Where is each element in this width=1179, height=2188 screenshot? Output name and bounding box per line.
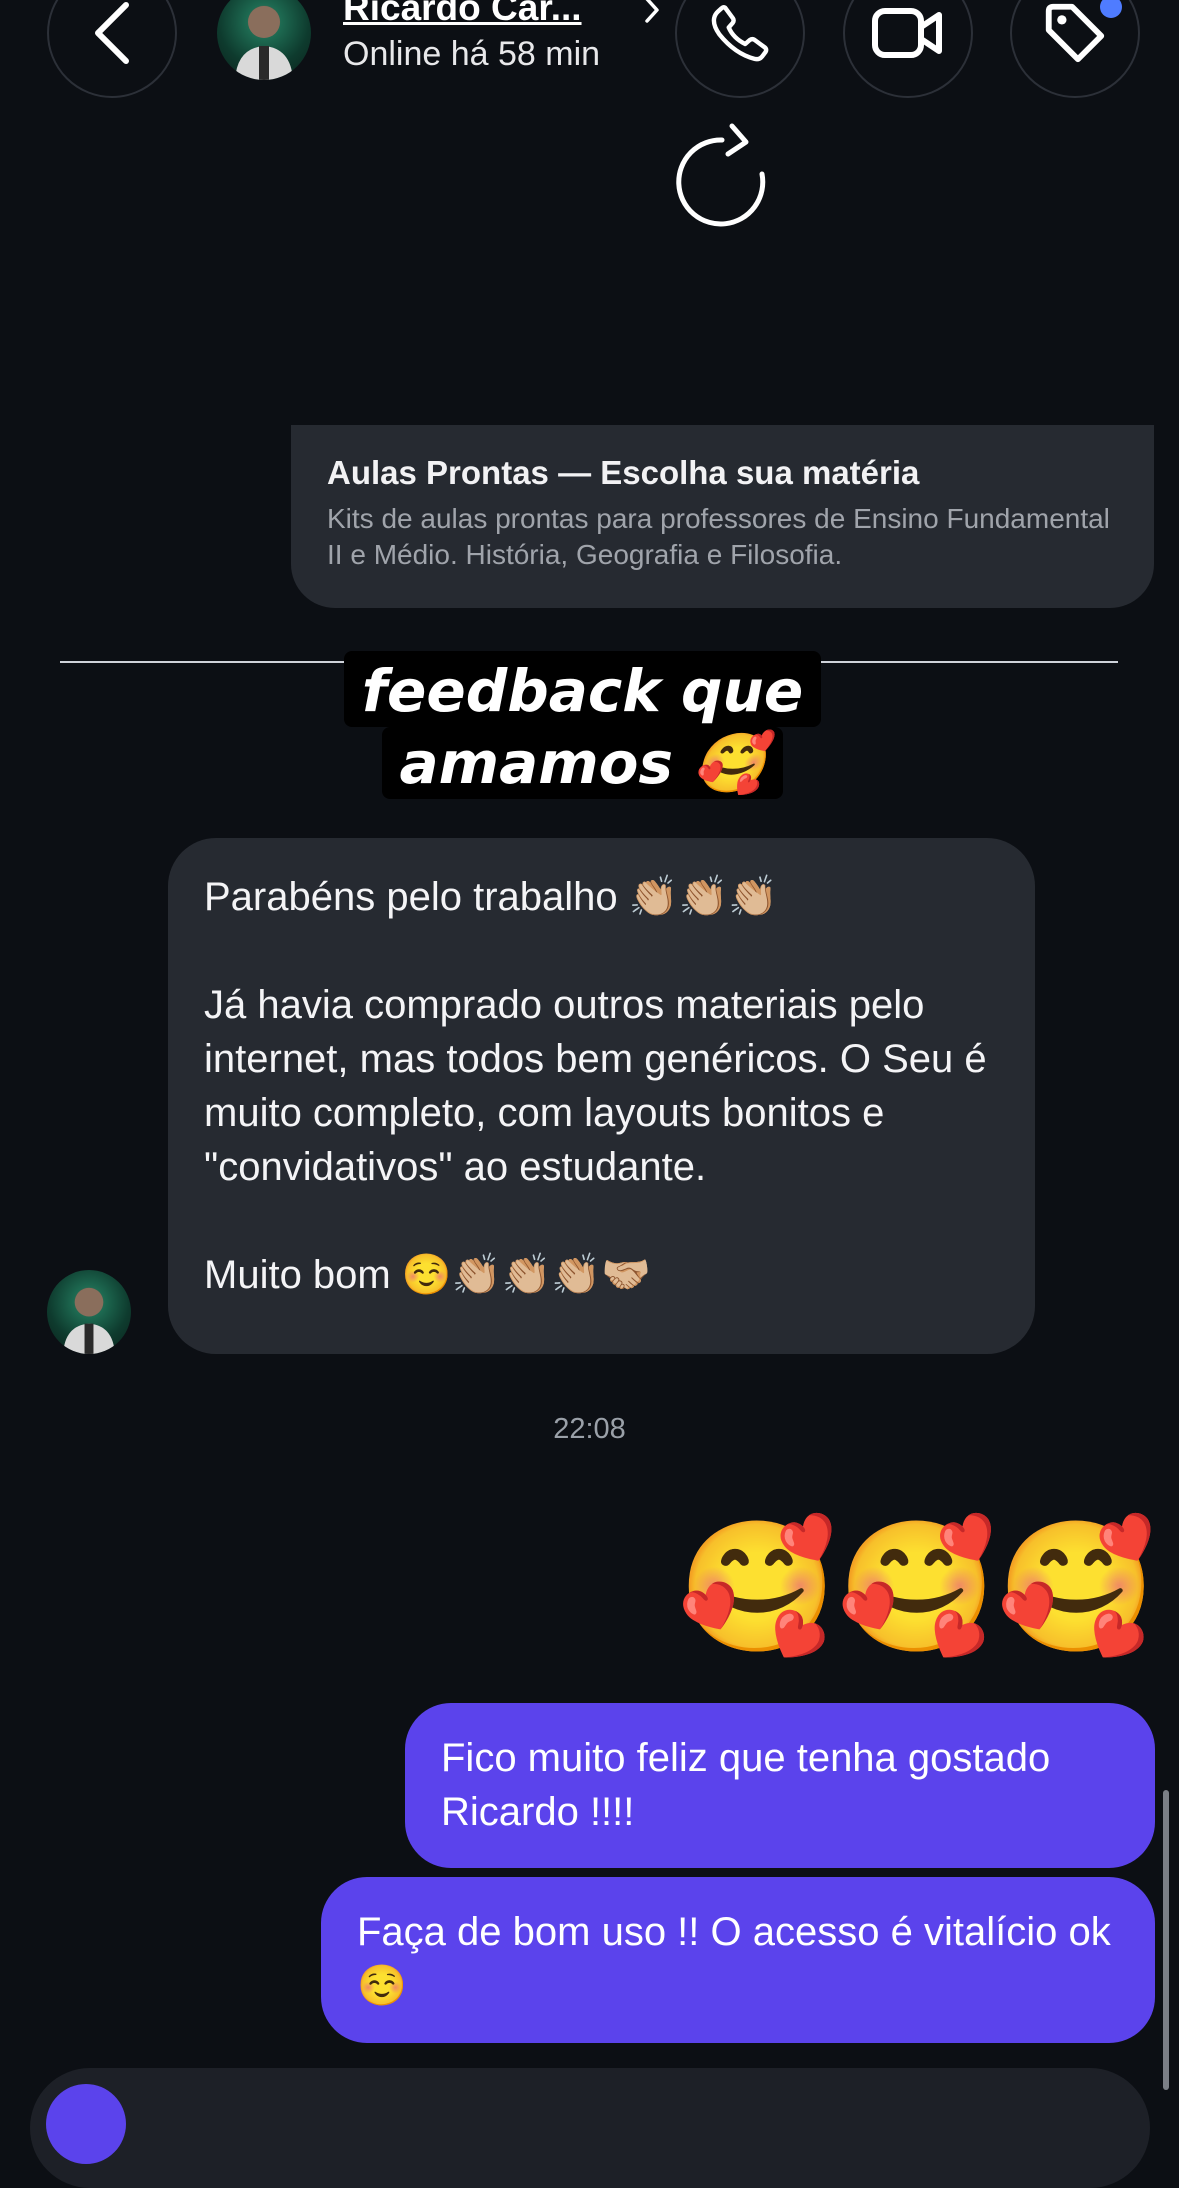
contact-info[interactable]: Ricardo Car... Online há 58 min xyxy=(343,0,600,74)
message-composer[interactable] xyxy=(30,2068,1150,2188)
emoji-message[interactable]: 🥰🥰🥰 xyxy=(666,1508,1156,1668)
received-message-bubble[interactable]: Parabéns pelo trabalho 👏🏼👏🏼👏🏼 Já havia c… xyxy=(168,838,1035,1354)
phone-icon xyxy=(711,5,769,62)
chevron-right-icon[interactable] xyxy=(643,0,661,24)
video-camera-icon xyxy=(872,8,942,58)
message-paragraph: Parabéns pelo trabalho 👏🏼👏🏼👏🏼 xyxy=(204,875,779,919)
voice-call-button[interactable] xyxy=(675,0,805,98)
overlay-caption-line1: feedback que xyxy=(343,651,822,727)
sender-avatar[interactable] xyxy=(47,1270,131,1354)
person-silhouette-icon xyxy=(63,1287,115,1354)
link-preview-title: Aulas Prontas — Escolha sua matéria xyxy=(327,454,920,491)
refresh-icon xyxy=(676,123,766,227)
contact-avatar[interactable] xyxy=(217,0,311,80)
overlay-caption-line2: amamos 🥰 xyxy=(381,727,784,799)
scrollbar[interactable] xyxy=(1163,1790,1169,2090)
overlay-caption: feedback que amamos 🥰 xyxy=(0,651,1165,799)
online-status: Online há 58 min xyxy=(343,35,601,73)
link-preview-card[interactable]: Aulas Prontas — Escolha sua matéria Kits… xyxy=(291,425,1154,608)
sent-message-bubble[interactable]: Fico muito feliz que tenha gostado Ricar… xyxy=(405,1703,1155,1868)
video-call-button[interactable] xyxy=(843,0,973,98)
contact-name[interactable]: Ricardo Car... xyxy=(343,0,600,28)
label-tag-button[interactable] xyxy=(1010,0,1140,98)
link-preview-description: Kits de aulas prontas para professores d… xyxy=(327,503,1110,570)
camera-button[interactable] xyxy=(46,2084,126,2164)
message-timestamp: 22:08 xyxy=(553,1413,626,1445)
sent-message-bubble[interactable]: Faça de bom uso !! O acesso é vitalício … xyxy=(321,1877,1155,2043)
chevron-left-icon xyxy=(95,2,129,64)
message-paragraph: Muito bom ☺️👏🏼👏🏼👏🏼🤝🏼 xyxy=(204,1253,651,1297)
person-silhouette-icon xyxy=(235,6,293,80)
message-paragraph: Já havia comprado outros materiais pelo … xyxy=(204,983,987,1189)
back-button[interactable] xyxy=(47,0,177,98)
